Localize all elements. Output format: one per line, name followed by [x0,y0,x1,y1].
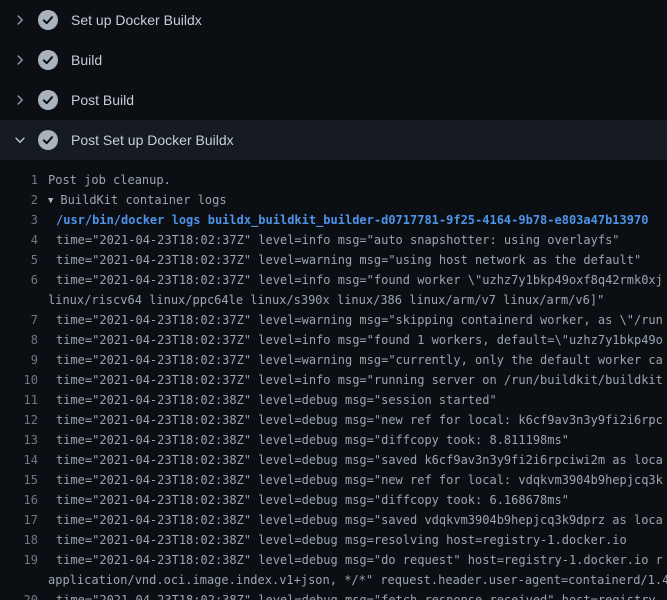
chevron-right-icon [12,92,28,108]
line-number[interactable]: 17 [0,510,48,530]
log-text: Post job cleanup. [48,170,171,190]
log-text: time="2021-04-23T18:02:38Z" level=debug … [48,590,663,600]
line-number[interactable]: 6 [0,270,48,290]
check-circle-icon [38,50,58,70]
steps-list: Set up Docker Buildx Build Post Build Post … [0,0,667,160]
line-number[interactable]: 10 [0,370,48,390]
step-label: Post Set up Docker Buildx [71,132,234,148]
line-number[interactable]: 4 [0,230,48,250]
line-number[interactable]: 2 [0,190,48,210]
log-line: 4time="2021-04-23T18:02:37Z" level=info … [0,230,667,250]
line-number[interactable]: 11 [0,390,48,410]
group-toggle[interactable]: ▼ BuildKit container logs [48,190,227,210]
log-text: time="2021-04-23T18:02:38Z" level=debug … [48,490,569,510]
log-line: 20time="2021-04-23T18:02:38Z" level=debu… [0,590,667,600]
log-line: 13time="2021-04-23T18:02:38Z" level=debu… [0,430,667,450]
log-line: 1Post job cleanup. [0,170,667,190]
log-line: 17time="2021-04-23T18:02:38Z" level=debu… [0,510,667,530]
group-title: BuildKit container logs [60,193,226,207]
log-text: time="2021-04-23T18:02:37Z" level=info m… [48,330,663,350]
log-line: 15time="2021-04-23T18:02:38Z" level=debu… [0,470,667,490]
line-number[interactable]: 19 [0,550,48,570]
log-line: linux/riscv64 linux/ppc64le linux/s390x … [0,290,667,310]
step-label: Post Build [71,92,134,108]
log-group-line: 2▼ BuildKit container logs [0,190,667,210]
step-label: Build [71,52,102,68]
check-circle-icon [38,90,58,110]
log-text: time="2021-04-23T18:02:38Z" level=debug … [48,550,663,570]
log-text: time="2021-04-23T18:02:38Z" level=debug … [48,430,569,450]
log-line: 5time="2021-04-23T18:02:37Z" level=warni… [0,250,667,270]
check-circle-icon [38,10,58,30]
line-number[interactable]: 13 [0,430,48,450]
step-row-build[interactable]: Build [0,40,667,80]
step-label: Set up Docker Buildx [71,12,202,28]
log-text: time="2021-04-23T18:02:37Z" level=warnin… [48,310,663,330]
log-line: 19time="2021-04-23T18:02:38Z" level=debu… [0,550,667,570]
log-text: time="2021-04-23T18:02:38Z" level=debug … [48,510,663,530]
check-circle-icon [38,130,58,150]
log-text: application/vnd.oci.image.index.v1+json,… [48,570,667,590]
line-number[interactable]: 12 [0,410,48,430]
line-number[interactable]: 5 [0,250,48,270]
log-text: /usr/bin/docker logs buildx_buildkit_bui… [48,210,648,230]
line-number[interactable]: 7 [0,310,48,330]
line-number[interactable]: 8 [0,330,48,350]
chevron-down-icon [12,132,28,148]
log-line: 18time="2021-04-23T18:02:38Z" level=debu… [0,530,667,550]
log-line: 10time="2021-04-23T18:02:37Z" level=info… [0,370,667,390]
log-line: 14time="2021-04-23T18:02:38Z" level=debu… [0,450,667,470]
step-row-post-build[interactable]: Post Build [0,80,667,120]
chevron-right-icon [12,52,28,68]
step-row-post-set-up-docker-buildx[interactable]: Post Set up Docker Buildx [0,120,667,160]
log-text: time="2021-04-23T18:02:37Z" level=warnin… [48,250,641,270]
log-line: 12time="2021-04-23T18:02:38Z" level=debu… [0,410,667,430]
log-command-line: 3/usr/bin/docker logs buildx_buildkit_bu… [0,210,667,230]
log-line: 7time="2021-04-23T18:02:37Z" level=warni… [0,310,667,330]
line-number[interactable]: 1 [0,170,48,190]
log-text: time="2021-04-23T18:02:37Z" level=info m… [48,270,663,290]
log-line: 8time="2021-04-23T18:02:37Z" level=info … [0,330,667,350]
line-number[interactable]: 15 [0,470,48,490]
log-line: 16time="2021-04-23T18:02:38Z" level=debu… [0,490,667,510]
log-text: linux/riscv64 linux/ppc64le linux/s390x … [48,290,604,310]
line-number[interactable]: 9 [0,350,48,370]
step-row-set-up-docker-buildx[interactable]: Set up Docker Buildx [0,0,667,40]
line-number [0,570,48,590]
line-number[interactable]: 3 [0,210,48,230]
line-number [0,290,48,310]
log-text: time="2021-04-23T18:02:38Z" level=debug … [48,470,663,490]
log-text: time="2021-04-23T18:02:37Z" level=info m… [48,370,663,390]
line-number[interactable]: 16 [0,490,48,510]
log-viewer: 1Post job cleanup.2▼ BuildKit container l… [0,160,667,600]
line-number[interactable]: 14 [0,450,48,470]
log-text: time="2021-04-23T18:02:37Z" level=info m… [48,230,620,250]
triangle-down-icon: ▼ [48,191,53,211]
log-text: time="2021-04-23T18:02:38Z" level=debug … [48,530,627,550]
log-text: time="2021-04-23T18:02:38Z" level=debug … [48,410,663,430]
log-text: time="2021-04-23T18:02:38Z" level=debug … [48,450,663,470]
log-text: time="2021-04-23T18:02:37Z" level=warnin… [48,350,663,370]
chevron-right-icon [12,12,28,28]
log-line: 11time="2021-04-23T18:02:38Z" level=debu… [0,390,667,410]
log-line: 6time="2021-04-23T18:02:37Z" level=info … [0,270,667,290]
log-text: time="2021-04-23T18:02:38Z" level=debug … [48,390,497,410]
line-number[interactable]: 18 [0,530,48,550]
line-number[interactable]: 20 [0,590,48,600]
log-line: application/vnd.oci.image.index.v1+json,… [0,570,667,590]
log-line: 9time="2021-04-23T18:02:37Z" level=warni… [0,350,667,370]
